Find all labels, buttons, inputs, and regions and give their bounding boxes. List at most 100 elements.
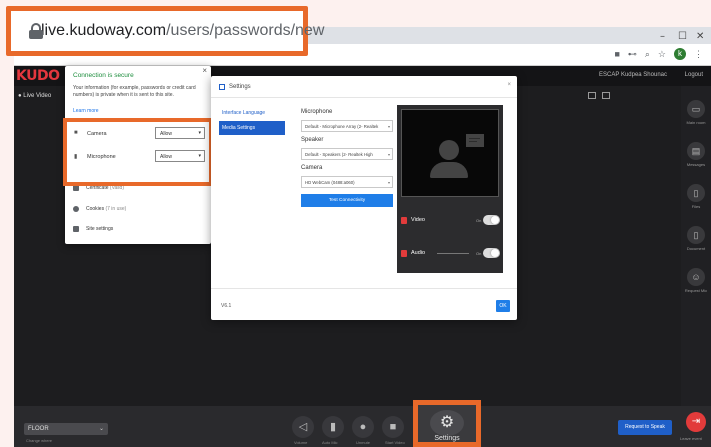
cookies-text: Cookies (7 in use) [86,206,126,212]
connection-description: Your information (for example, passwords… [73,85,196,98]
cookies-label: Cookies [86,206,105,212]
url-path: /users/passwords/new [166,22,325,39]
site-settings-row[interactable]: Site settings [73,225,205,235]
audio-on-label: On [476,251,482,256]
settings-modal: Settings × Interface Language Media Sett… [211,76,517,320]
chevron-down-icon: ▾ [387,124,390,129]
start-video-button[interactable]: ■ [382,416,404,438]
camera-icon[interactable]: ■ [614,49,619,59]
profile-avatar[interactable]: k [674,48,686,60]
nav-media-settings[interactable]: Media Settings [219,121,285,135]
chevron-down-icon: ▾ [387,180,390,185]
key-icon[interactable]: ⊷ [628,49,637,60]
video-icon [401,217,407,224]
maximize-icon[interactable]: ☐ [678,31,687,42]
star-icon[interactable]: ☆ [658,49,666,60]
microphone-select[interactable]: Default - Microphone Array (2- Realtek ▾ [301,120,393,132]
camera-preview [401,109,499,197]
cookies-state: (7 in use) [105,206,127,212]
bubble-line [469,141,477,142]
chat-icon: ▭ [687,100,705,118]
rpanel-label: Request Mic [684,288,708,293]
gear-icon: ⚙ [430,410,464,436]
floor-change-note: Change where [26,438,53,443]
cookie-icon [73,206,79,212]
close-icon[interactable]: × [507,82,511,88]
video-label: Video [411,217,425,223]
audio-toggle-row: Audio On [401,248,500,260]
fullscreen-icon[interactable] [602,92,610,99]
rpanel-item-main-room[interactable]: ▭ Main room [681,100,711,125]
video-on-label: On [476,218,482,223]
url-callout[interactable]: live.kudoway.com/users/passwords/new [6,6,324,56]
site-settings-label: Site settings [86,226,114,232]
volume-icon: ◁ [298,421,308,433]
settings-label: Settings [434,435,460,442]
logout-link[interactable]: Logout [685,72,703,78]
permissions-highlight [63,118,213,186]
logo-text: KUDO [16,68,60,84]
lock-body [29,30,43,39]
files-icon: ▯ [687,184,705,202]
request-to-speak-button[interactable]: Request to Speak [618,420,672,435]
cookies-row[interactable]: Cookies (7 in use) [73,205,205,215]
microphone-value: Default - Microphone Array (2- Realtek [305,124,379,129]
bottom-toolbar: FLOOR ⌄ Change where ◁ Volume ▮ Auto Mic … [14,406,711,447]
kudo-logo: KUDO [16,68,60,84]
camera-select[interactable]: HD WebCam (0488:a060) ▾ [301,176,393,188]
menu-icon[interactable]: ⋮ [694,49,703,60]
leave-event-button[interactable]: ⇥ [686,412,706,432]
audio-toggle[interactable] [483,248,500,258]
volume-button[interactable]: ◁ [292,416,314,438]
rpanel-label: Messages [686,162,706,167]
audio-icon [401,250,407,257]
version-label: V6.1 [221,303,232,309]
rpanel-item-files[interactable]: ▯ Files [681,184,711,209]
url-text: live.kudoway.com/users/passwords/new [41,22,324,40]
camera-value: HD WebCam (0488:a060) [305,180,355,185]
document-icon: ▯ [687,226,705,244]
zoom-icon[interactable]: ⌕ [645,49,650,60]
rpanel-item-messages[interactable]: ▤ Messages [681,142,711,167]
leave-event-label: Leave event [680,436,702,441]
user-add-icon: ☺ [687,268,705,286]
url-host: live.kudoway.com [41,22,167,39]
speaker-label: Speaker [301,137,324,143]
audio-label: Audio [411,250,426,256]
camera-icon: ■ [389,421,397,433]
speaker-select[interactable]: Default - Speakers (2- Realtek High ▾ [301,148,393,160]
minimize-icon[interactable]: – [660,31,665,42]
close-window-icon[interactable]: ✕ [696,31,704,42]
modal-footer-divider [211,288,517,289]
camera-label: Camera [301,165,323,171]
unmute-label: Unmute [356,440,371,445]
rpanel-item-document[interactable]: ▯ Document [681,226,711,251]
screenshot-root: – ☐ ✕ ■ ⊷ ⌕ ☆ k ⋮ KUDO ESCAP Kudpea Shou… [0,0,711,447]
learn-more-link[interactable]: Learn more [73,108,99,114]
user-silhouette-body [430,162,468,178]
settings-button-callout[interactable]: ⚙ Settings [413,400,481,447]
message-icon: ▤ [687,142,705,160]
rpanel-label: Document [686,246,706,251]
modal-header: Settings × [211,76,517,98]
close-icon[interactable]: × [202,66,207,75]
floor-channel-select[interactable]: FLOOR ⌄ [24,423,108,435]
audio-level-meter [437,253,469,254]
test-connectivity-button[interactable]: Test Connectivity [301,194,393,207]
connection-secure-title: Connection is secure [73,72,134,79]
start-video-label: Start Video [385,440,405,445]
omnibox-icons: ■ ⊷ ⌕ ☆ k ⋮ [614,48,703,60]
user-silhouette-icon [439,140,459,160]
mic-icon: ● [359,421,367,433]
nav-interface-language[interactable]: Interface Language [219,106,285,120]
bubble-line [469,138,480,139]
chevron-down-icon: ⌄ [98,426,104,432]
popout-icon[interactable] [588,92,596,99]
rpanel-item-request-mic[interactable]: ☺ Request Mic [681,268,711,293]
auto-mic-button[interactable]: ▮ [322,416,344,438]
unmute-button[interactable]: ● [352,416,374,438]
rpanel-label: Main room [686,120,706,125]
video-toggle[interactable] [483,215,500,225]
exit-icon: ⇥ [691,416,701,427]
ok-button[interactable]: OK [496,300,510,312]
